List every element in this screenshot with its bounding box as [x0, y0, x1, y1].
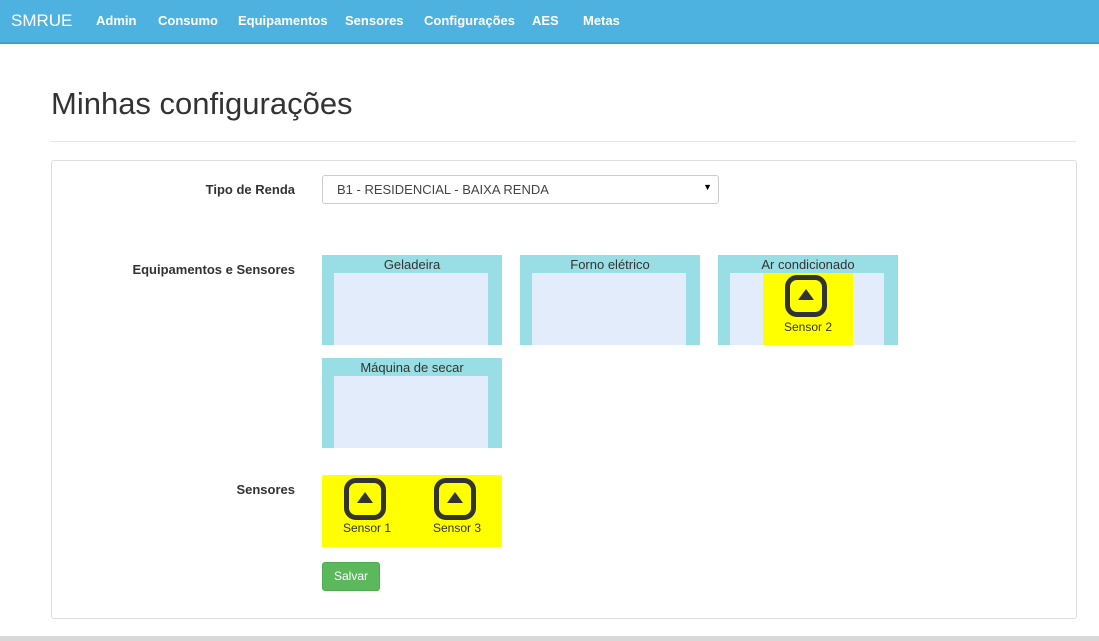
sensor-3[interactable]: Sensor 3 — [412, 475, 502, 547]
title-divider — [51, 141, 1076, 142]
equipment-ar-condicionado[interactable]: Ar condicionado Sensor 2 — [718, 255, 898, 345]
settings-panel — [51, 160, 1077, 619]
sensor-eject-icon — [785, 275, 827, 317]
sensor-label: Sensor 3 — [432, 521, 482, 535]
nav-item-configuracoes[interactable]: Configurações — [424, 13, 515, 28]
equipamentos-label: Equipamentos e Sensores — [132, 262, 295, 277]
equipment-forno-eletrico[interactable]: Forno elétrico — [520, 255, 700, 345]
equipment-drop-area[interactable] — [334, 273, 488, 345]
sensor-label: Sensor 1 — [342, 521, 392, 535]
tipo-renda-label: Tipo de Renda — [205, 182, 295, 197]
equipment-drop-area[interactable] — [532, 273, 686, 345]
sensores-label: Sensores — [236, 482, 295, 497]
bottom-scrollbar[interactable] — [0, 636, 1099, 641]
sensor-1[interactable]: Sensor 1 — [322, 475, 412, 547]
top-navbar: SMRUE Admin Consumo Equipamentos Sensore… — [0, 0, 1099, 44]
equipment-drop-area[interactable]: Sensor 2 — [730, 273, 884, 345]
equipment-maquina-de-secar[interactable]: Máquina de secar — [322, 358, 502, 448]
brand-link[interactable]: SMRUE — [11, 11, 72, 31]
equipment-label: Geladeira — [383, 257, 441, 272]
equipment-label: Máquina de secar — [360, 360, 464, 375]
equipment-drop-area[interactable] — [334, 376, 488, 448]
equipment-label: Ar condicionado — [761, 257, 855, 272]
equipment-label: Forno elétrico — [570, 257, 650, 272]
equipment-geladeira[interactable]: Geladeira — [322, 255, 502, 345]
sensor-2[interactable]: Sensor 2 — [763, 273, 853, 345]
nav-item-aes[interactable]: AES — [532, 13, 559, 28]
nav-item-equipamentos[interactable]: Equipamentos — [238, 13, 328, 28]
sensor-eject-icon — [434, 478, 476, 520]
nav-item-admin[interactable]: Admin — [96, 13, 136, 28]
save-button[interactable]: Salvar — [322, 562, 380, 591]
caret-down-icon: ▼ — [703, 182, 712, 192]
page-title: Minhas configurações — [51, 86, 353, 121]
tipo-renda-selected-value: B1 - RESIDENCIAL - BAIXA RENDA — [337, 182, 549, 197]
sensor-label: Sensor 2 — [783, 320, 833, 334]
tipo-renda-select[interactable]: B1 - RESIDENCIAL - BAIXA RENDA ▼ — [322, 175, 719, 204]
nav-item-sensores[interactable]: Sensores — [345, 13, 404, 28]
nav-item-consumo[interactable]: Consumo — [158, 13, 218, 28]
sensors-tray[interactable]: Sensor 1 Sensor 3 — [322, 475, 502, 547]
sensor-eject-icon — [344, 478, 386, 520]
nav-item-metas[interactable]: Metas — [583, 13, 620, 28]
